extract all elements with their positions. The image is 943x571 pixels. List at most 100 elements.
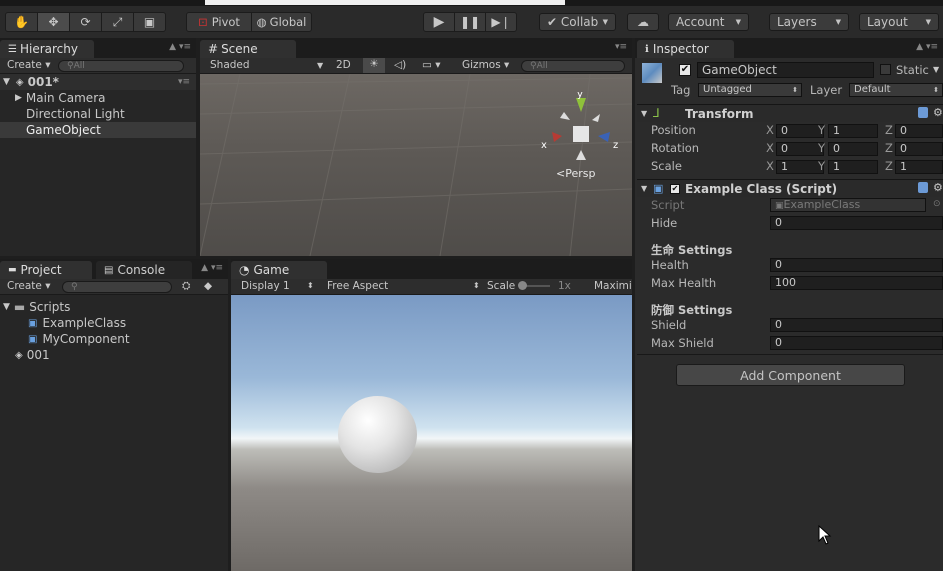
- scale-tool-button[interactable]: ⤢: [101, 12, 134, 32]
- gear-icon[interactable]: ⚙: [933, 106, 943, 119]
- shield-field[interactable]: 0: [770, 318, 943, 332]
- list-item[interactable]: ▣ ExampleClass: [0, 315, 130, 331]
- tag-dropdown[interactable]: Untagged ⬍: [698, 83, 802, 97]
- global-button[interactable]: ◍ Global: [251, 12, 312, 32]
- transform-header[interactable]: ▼ ⅃ Transform ⚙: [637, 104, 943, 122]
- chevron-down-icon[interactable]: ▼: [933, 65, 939, 74]
- gizmo-z-cone[interactable]: [598, 132, 610, 142]
- rotation-x-field[interactable]: 0: [776, 142, 824, 156]
- scale-slider[interactable]: [518, 281, 550, 290]
- scene-viewport[interactable]: y x z <Persp: [200, 74, 632, 256]
- project-search-input[interactable]: ⚲: [62, 281, 172, 293]
- help-book-icon[interactable]: [918, 107, 928, 118]
- scene-row[interactable]: ▼ ◈ 001* ▾≡: [0, 74, 196, 90]
- add-component-button[interactable]: Add Component: [676, 364, 905, 386]
- hide-field[interactable]: 0: [770, 216, 943, 230]
- layer-dropdown[interactable]: Default ⬍: [849, 83, 943, 97]
- panel-menu-icon[interactable]: ▲ ▾≡: [201, 263, 223, 273]
- static-checkbox[interactable]: [880, 64, 891, 75]
- tab-game[interactable]: ◔ Game: [231, 261, 327, 279]
- scale-x-field[interactable]: 1: [776, 160, 824, 174]
- collab-dropdown[interactable]: ✔ Collab ▼: [539, 13, 616, 31]
- gizmo-neg-cone[interactable]: [560, 112, 570, 120]
- max-shield-field[interactable]: 0: [770, 336, 943, 350]
- script-component-header[interactable]: ▼ ▣ ✔ Example Class (Script) ⚙: [637, 179, 943, 197]
- aspect-dropdown[interactable]: Free Aspect: [327, 280, 388, 292]
- rect-tool-button[interactable]: ▣: [133, 12, 166, 32]
- gizmo-center-cube[interactable]: [573, 126, 589, 142]
- position-x-field[interactable]: 0: [776, 124, 824, 138]
- list-item[interactable]: ◈ 001: [0, 347, 130, 363]
- gear-icon[interactable]: ⚙: [933, 181, 943, 194]
- panel-menu-icon[interactable]: ▾≡: [615, 42, 627, 52]
- scale-y-field[interactable]: 1: [828, 160, 878, 174]
- object-name-field[interactable]: GameObject: [697, 62, 874, 78]
- audio-toggle[interactable]: ◁): [394, 59, 406, 71]
- script-file-icon: ▣: [653, 182, 664, 195]
- scene-menu-icon[interactable]: ▾≡: [178, 77, 190, 87]
- orientation-gizmo[interactable]: y x z: [540, 92, 628, 170]
- health-settings-header: 生命 Settings: [651, 243, 733, 257]
- filter-type-icon[interactable]: ⛭: [182, 280, 190, 293]
- step-button[interactable]: ▶❘: [485, 12, 517, 32]
- scene-tabbar: # Scene ▾≡: [200, 38, 632, 58]
- layout-dropdown[interactable]: Layout ▼: [859, 13, 939, 31]
- panel-menu-icon[interactable]: ▲ ▾≡: [916, 42, 938, 52]
- active-checkbox[interactable]: ✔: [679, 64, 691, 76]
- max-health-field[interactable]: 100: [770, 276, 943, 290]
- tab-hierarchy[interactable]: ☰ Hierarchy: [0, 40, 94, 58]
- layers-dropdown[interactable]: Layers ▼: [769, 13, 849, 31]
- gizmo-x-cone[interactable]: [552, 132, 562, 142]
- lighting-toggle[interactable]: ☀: [363, 58, 385, 73]
- tab-inspector[interactable]: ℹ Inspector: [637, 40, 734, 58]
- list-item-selected[interactable]: GameObject: [0, 122, 196, 138]
- maximize-toggle[interactable]: Maximi: [594, 280, 632, 292]
- pause-button[interactable]: ❚❚: [454, 12, 486, 32]
- axis-x-label: X: [766, 123, 774, 137]
- static-label: Static: [896, 63, 929, 77]
- script-file-icon: ▣: [28, 333, 38, 345]
- move-tool-button[interactable]: ✥: [37, 12, 70, 32]
- rotate-tool-button[interactable]: ⟳: [69, 12, 102, 32]
- gizmo-neg-cone[interactable]: [592, 114, 600, 122]
- gizmos-dropdown[interactable]: Gizmos ▾: [462, 59, 509, 71]
- display-dropdown[interactable]: Display 1: [241, 280, 290, 292]
- folder-row[interactable]: ▼ ▬ Scripts: [0, 299, 130, 315]
- health-field[interactable]: 0: [770, 258, 943, 272]
- project-create-button[interactable]: Create ▾: [7, 280, 51, 292]
- scale-slider-knob[interactable]: [518, 281, 527, 290]
- hierarchy-create-button[interactable]: Create ▾: [7, 59, 51, 71]
- panel-menu-icon[interactable]: ▲ ▾≡: [169, 42, 191, 52]
- hierarchy-search-input[interactable]: ⚲All: [58, 60, 184, 72]
- position-z-field[interactable]: 0: [895, 124, 943, 138]
- gizmo-neg-cone[interactable]: [576, 150, 586, 160]
- account-dropdown[interactable]: Account ▼: [668, 13, 749, 31]
- rotation-z-field[interactable]: 0: [895, 142, 943, 156]
- console-tab-label: Console: [117, 263, 166, 277]
- scene-search-input[interactable]: ⚲All: [521, 60, 625, 72]
- scale-z-field[interactable]: 1: [895, 160, 943, 174]
- rotation-y-field[interactable]: 0: [828, 142, 878, 156]
- object-picker-icon[interactable]: ⊙: [933, 199, 941, 209]
- play-button[interactable]: ▶: [423, 12, 455, 32]
- list-item[interactable]: Directional Light: [0, 106, 196, 122]
- shading-dropdown[interactable]: Shaded: [210, 59, 250, 71]
- list-item[interactable]: ▶ Main Camera: [0, 90, 196, 106]
- tab-scene[interactable]: # Scene: [200, 40, 296, 58]
- cloud-button[interactable]: ☁: [627, 13, 659, 31]
- persp-label[interactable]: <Persp: [556, 167, 595, 180]
- component-enabled-checkbox[interactable]: ✔: [670, 184, 680, 194]
- help-book-icon[interactable]: [918, 182, 928, 193]
- sphere-object[interactable]: [338, 396, 417, 473]
- position-y-field[interactable]: 1: [828, 124, 878, 138]
- tab-project[interactable]: ▬ Project: [0, 261, 92, 279]
- pivot-button[interactable]: ⊡ Pivot: [186, 12, 252, 32]
- filter-label-icon[interactable]: ◆: [204, 280, 212, 292]
- game-viewport[interactable]: [231, 295, 632, 571]
- 2d-toggle[interactable]: 2D: [336, 59, 351, 71]
- list-item[interactable]: ▣ MyComponent: [0, 331, 130, 347]
- gizmo-y-cone[interactable]: [576, 98, 586, 112]
- tab-console[interactable]: ▤ Console: [96, 261, 192, 279]
- hand-tool-button[interactable]: ✋: [5, 12, 38, 32]
- effects-dropdown[interactable]: ▭ ▾: [422, 59, 441, 71]
